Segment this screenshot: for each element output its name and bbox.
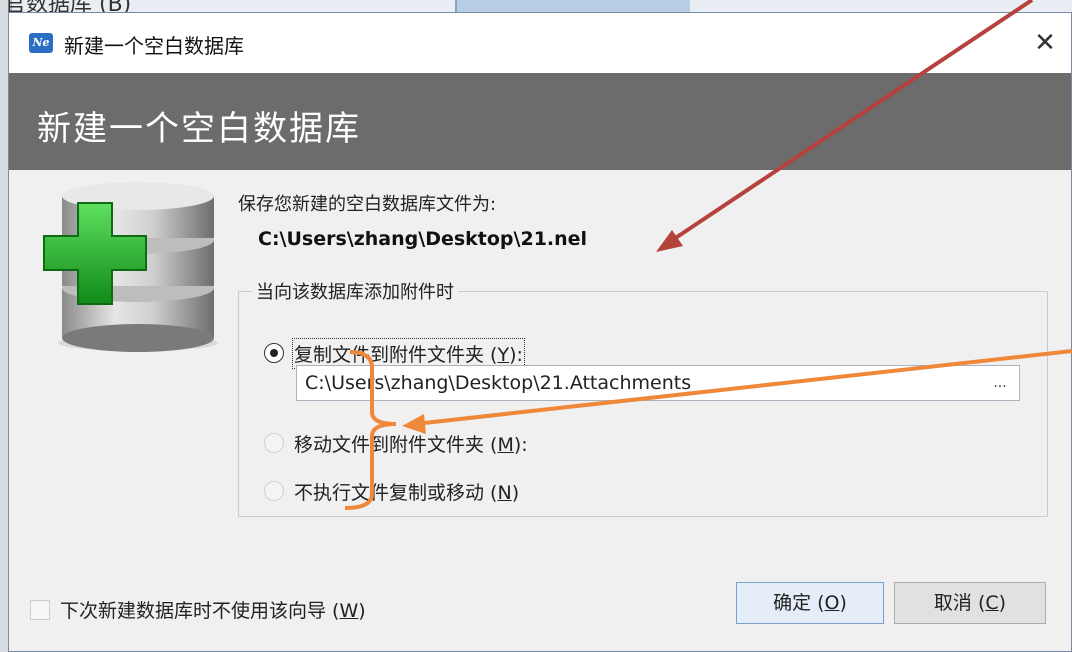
database-file-path: C:\Users\zhang\Desktop\21.nel — [258, 228, 588, 250]
skip-wizard-label[interactable]: 下次新建数据库时不使用该向导 (W) — [60, 596, 366, 623]
no-copy-hotkey: N — [497, 482, 512, 504]
copy-files-suffix: : — [516, 344, 523, 366]
copy-files-text: 复制文件到附件文件夹 — [294, 344, 485, 366]
browse-button[interactable]: ... — [985, 370, 1015, 396]
close-icon: ✕ — [1034, 28, 1056, 58]
ok-button-label: 确定 — [773, 592, 812, 614]
attachments-path-value: C:\Users\zhang\Desktop\21.Attachments — [305, 372, 692, 394]
no-copy-text: 不执行文件复制或移动 — [294, 482, 485, 504]
move-files-text: 移动文件到附件文件夹 — [294, 434, 485, 456]
app-icon: Ne — [29, 33, 53, 53]
copy-files-hotkey: Y — [497, 344, 510, 366]
dialog-title: 新建一个空白数据库 — [64, 34, 244, 58]
wizard-banner: 新建一个空白数据库 — [9, 73, 1071, 170]
database-add-icon — [43, 182, 218, 352]
banner-title: 新建一个空白数据库 — [37, 109, 361, 149]
no-copy-label[interactable]: 不执行文件复制或移动 (N) — [294, 478, 519, 505]
attachment-options-legend: 当向该数据库添加附件时 — [252, 278, 458, 304]
skip-wizard-checkbox[interactable] — [30, 600, 50, 620]
move-files-label[interactable]: 移动文件到附件文件夹 (M): — [294, 430, 528, 457]
no-copy-radio[interactable] — [264, 481, 284, 501]
move-files-radio[interactable] — [264, 433, 284, 453]
attachments-path-input[interactable]: C:\Users\zhang\Desktop\21.Attachments — [296, 365, 1020, 401]
save-as-label: 保存您新建的空白数据库文件为: — [238, 194, 497, 215]
copy-files-radio[interactable] — [264, 343, 284, 363]
skip-wizard-text: 下次新建数据库时不使用该向导 — [60, 600, 327, 622]
ok-hotkey: O — [824, 592, 840, 614]
cancel-button[interactable]: 取消 (C) — [894, 582, 1046, 624]
move-files-hotkey: M — [497, 434, 514, 456]
move-files-suffix: : — [521, 434, 528, 456]
skip-wizard-hotkey: W — [339, 600, 359, 622]
close-button[interactable]: ✕ — [1025, 23, 1065, 63]
ok-button[interactable]: 确定 (O) — [736, 582, 884, 624]
dialog-titlebar: Ne 新建一个空白数据库 ✕ — [9, 13, 1071, 73]
cancel-hotkey: C — [985, 592, 999, 614]
copy-files-label[interactable]: 复制文件到附件文件夹 (Y): — [292, 338, 525, 369]
cancel-button-label: 取消 — [933, 592, 972, 614]
